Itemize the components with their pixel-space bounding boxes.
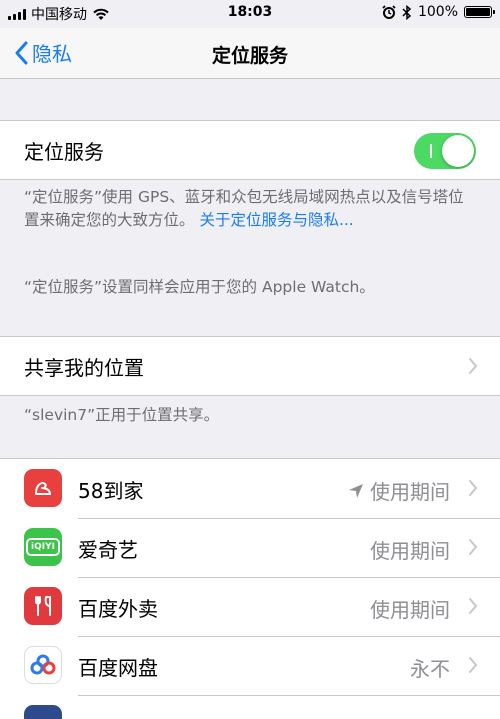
- chevron-right-icon: [469, 598, 478, 614]
- alarm-icon: [382, 5, 396, 19]
- share-location-row[interactable]: 共享我的位置: [0, 337, 500, 395]
- apple-watch-note: “定位服务”设置同样会应用于您的 Apple Watch。: [24, 278, 375, 296]
- bluetooth-icon: [402, 4, 412, 20]
- page-title: 定位服务: [211, 45, 288, 67]
- app-row-baidu-waimai[interactable]: 百度外卖 使用期间: [0, 577, 500, 637]
- app-name: 百度网盘: [78, 656, 158, 680]
- app-row-baidu-netdisk[interactable]: 百度网盘 永不: [0, 636, 500, 696]
- app-status-text: 使用期间: [370, 539, 450, 563]
- share-location-note: “slevin7”正用于位置共享。: [24, 406, 220, 424]
- apps-list: 58到家 使用期间 iQIYI 爱奇艺 使用期间 百度外卖 使用期间 百度网盘 …: [0, 458, 500, 719]
- app-location-status: 使用期间: [370, 594, 450, 623]
- battery-icon: [464, 6, 495, 18]
- location-services-label: 定位服务: [24, 139, 104, 164]
- location-services-row: 定位服务: [0, 121, 500, 179]
- chevron-right-icon: [469, 480, 478, 496]
- location-services-toggle[interactable]: [414, 133, 476, 169]
- baidu-waimai-icon: [24, 587, 62, 625]
- app-status-text: 永不: [410, 657, 450, 681]
- status-bar: 中国移动 18:03 100%: [0, 0, 500, 28]
- location-arrow-icon: [349, 483, 363, 498]
- app-location-status: 使用期间: [370, 535, 450, 564]
- app-status-text: 使用期间: [370, 598, 450, 622]
- app-status-text: 使用期间: [370, 480, 450, 504]
- app-row-iqiyi[interactable]: iQIYI 爱奇艺 使用期间: [0, 518, 500, 578]
- iqiyi-icon: iQIYI: [24, 528, 62, 566]
- navigation-bar: 隐私 定位服务: [0, 28, 500, 79]
- app-row-58daojia[interactable]: 58到家 使用期间: [0, 459, 500, 519]
- location-services-description: “定位服务”使用 GPS、蓝牙和众包无线局域网热点以及信号塔位置来确定您的大致方…: [24, 186, 476, 232]
- app-name: 百度外卖: [78, 597, 158, 621]
- chevron-right-icon: [469, 657, 478, 673]
- app-name: 58到家: [78, 479, 144, 503]
- privacy-link[interactable]: 关于定位服务与隐私...: [199, 211, 353, 229]
- 58-daojia-icon: [24, 469, 62, 507]
- chevron-right-icon: [469, 358, 478, 374]
- toggle-knob: [442, 135, 474, 167]
- app-name: 爱奇艺: [78, 538, 138, 562]
- baidu-netdisk-icon: [24, 646, 62, 684]
- app-location-status: 永不: [410, 653, 450, 682]
- battery-percent: 100%: [417, 4, 458, 20]
- chevron-right-icon: [469, 539, 478, 555]
- share-location-label: 共享我的位置: [24, 355, 144, 380]
- app-icon: [24, 705, 62, 719]
- share-location-group: 共享我的位置: [0, 336, 500, 396]
- app-location-status: 使用期间: [348, 476, 450, 505]
- location-services-group: 定位服务: [0, 120, 500, 180]
- app-row-partial[interactable]: [0, 695, 500, 719]
